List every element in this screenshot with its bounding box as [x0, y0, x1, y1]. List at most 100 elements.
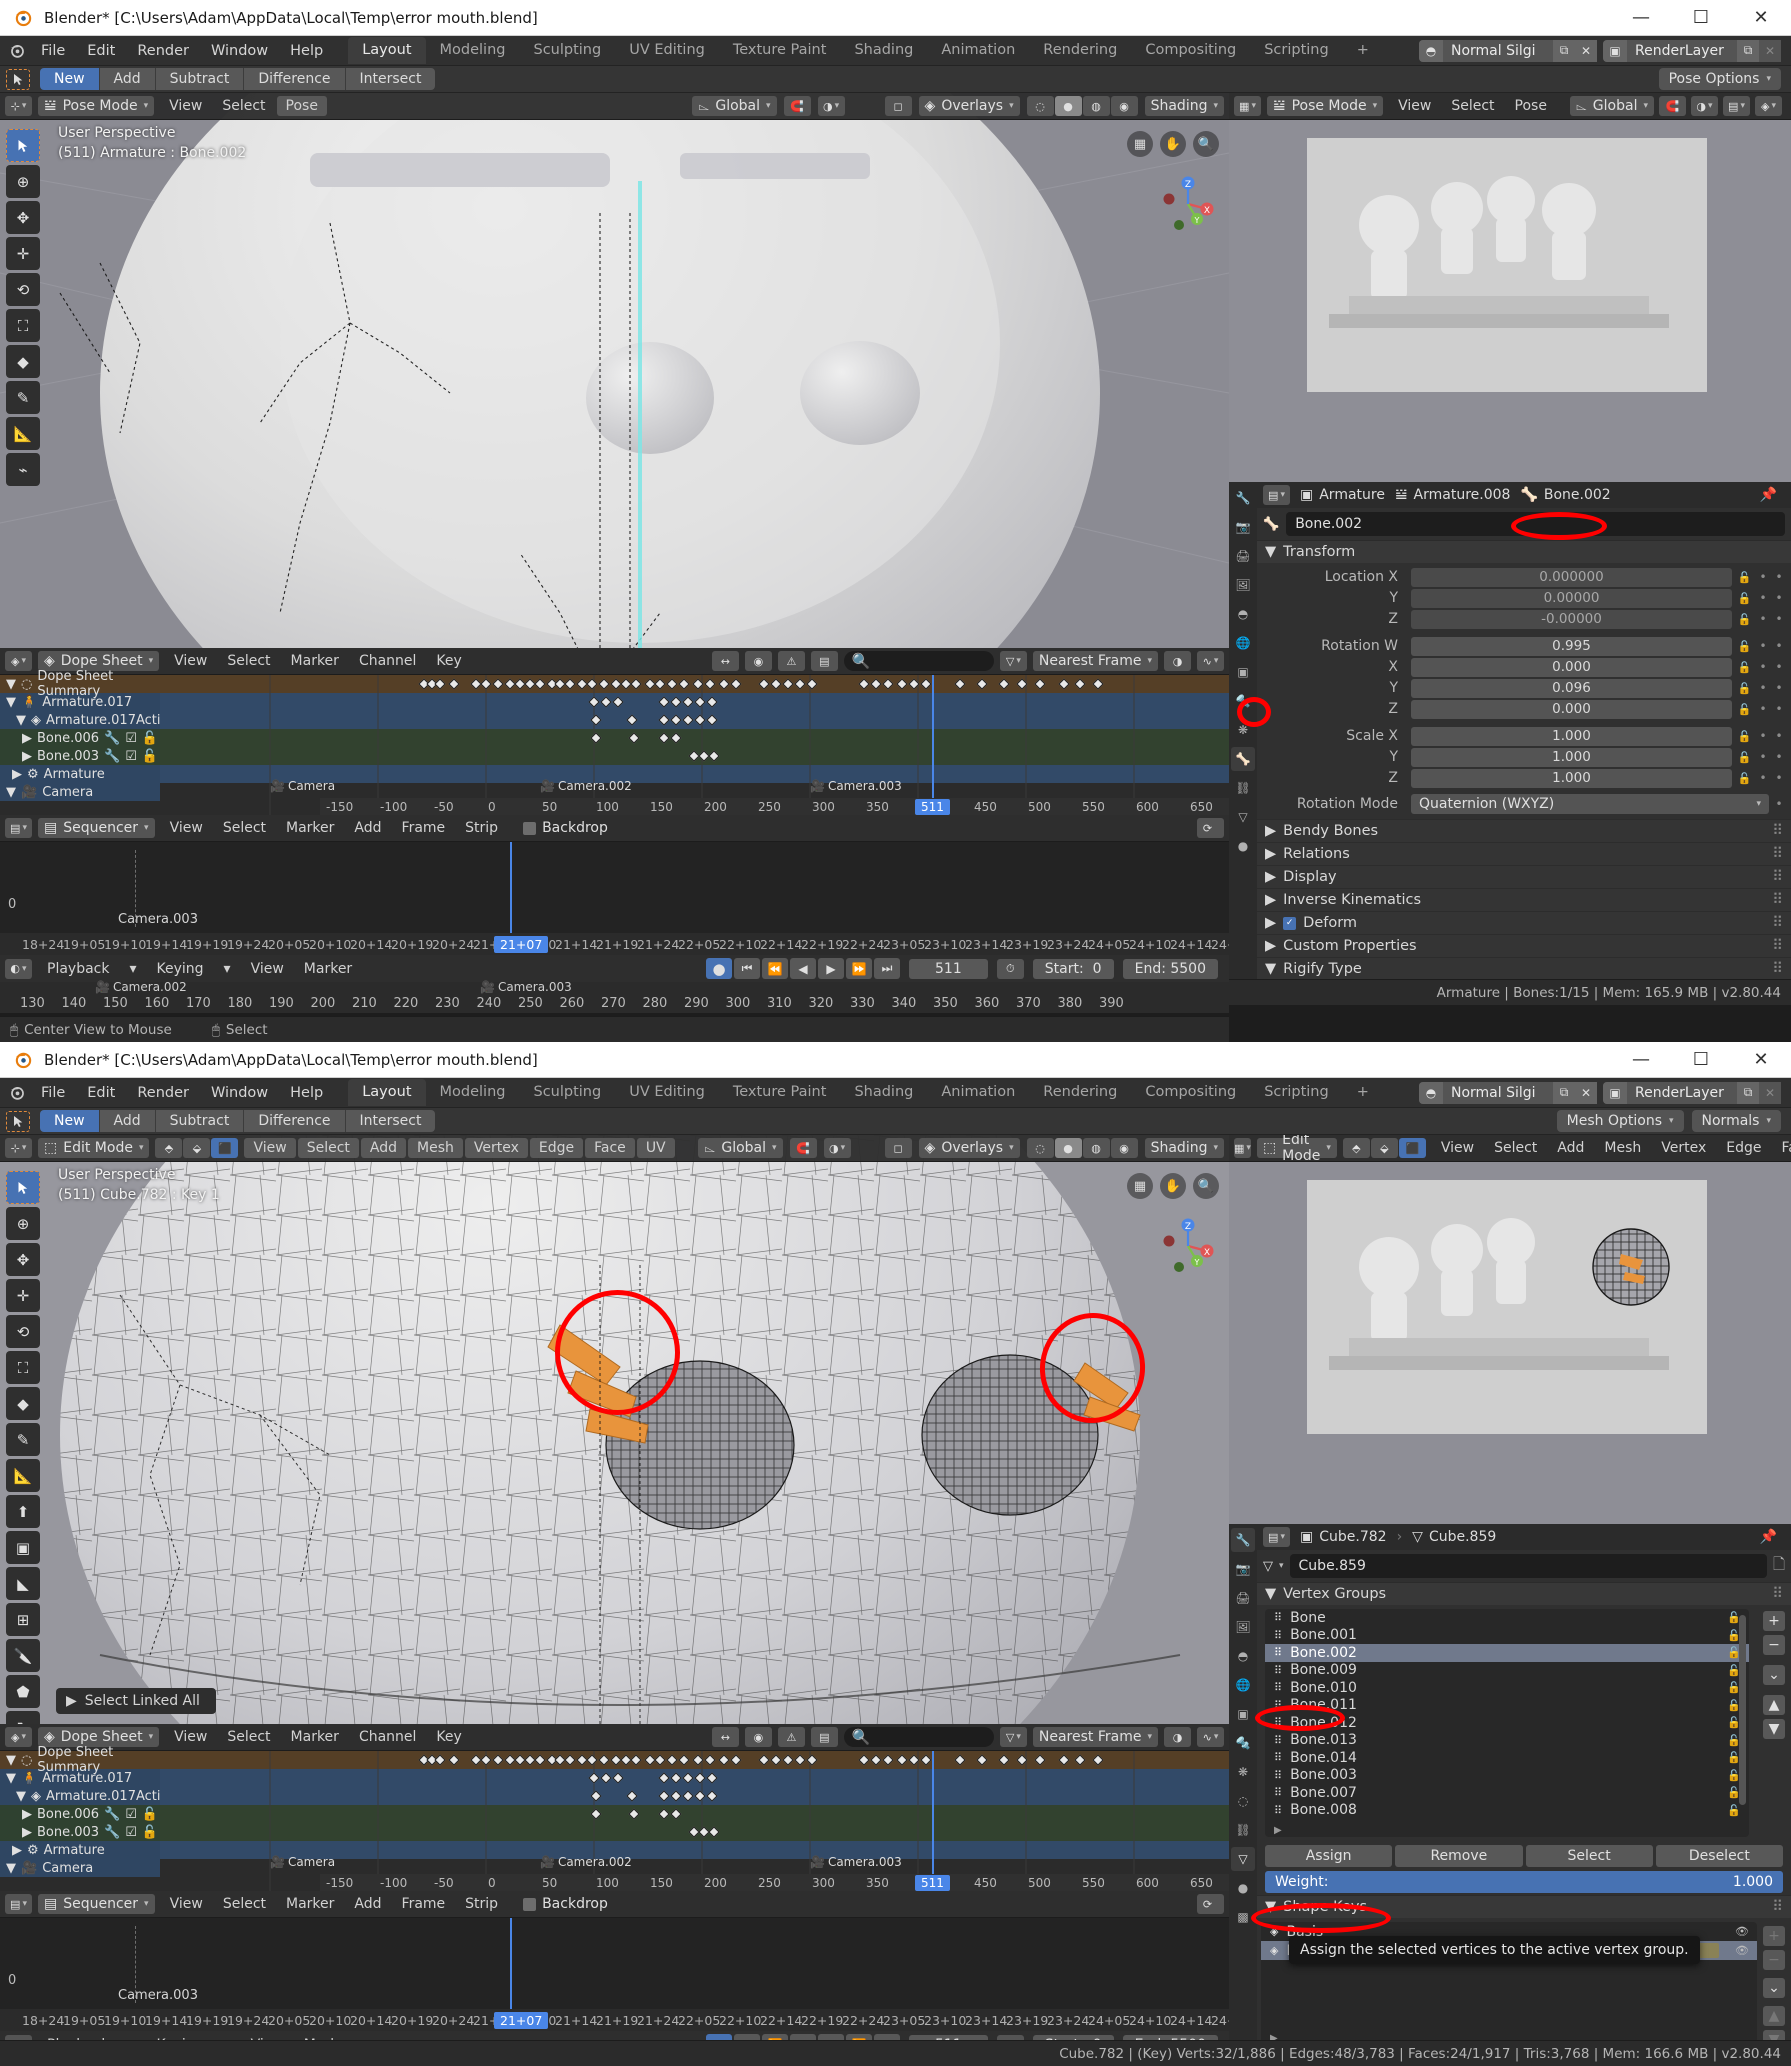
tool-cursor-icon[interactable]: ⊕	[6, 165, 40, 198]
select-button[interactable]: Select	[1525, 1845, 1653, 1867]
rotation-mode-select[interactable]: Quaternion (WXYZ) ▾	[1411, 794, 1769, 814]
sequencer-menu-add[interactable]: Add	[345, 818, 390, 838]
shading-material-icon[interactable]: ◍	[1082, 96, 1110, 116]
transform-field-value[interactable]: 0.000	[1411, 699, 1732, 719]
scene-duplicate-icon[interactable]: ⧉	[1553, 39, 1575, 62]
menu-help[interactable]: Help	[279, 1082, 334, 1104]
timeline-menu-playback[interactable]: Playback	[38, 959, 118, 979]
editor-type-icon[interactable]: ◈ ▾	[5, 1727, 32, 1747]
proportional-edit-fcurve-icon[interactable]: ◑	[1164, 651, 1191, 671]
breadcrumb-bone[interactable]: 🦴 Bone.002	[1520, 487, 1610, 503]
dopesheet-playhead[interactable]	[932, 675, 934, 815]
tab-render-icon[interactable]: 📷	[1231, 515, 1255, 539]
driver-dot-icon[interactable]: •	[1773, 702, 1785, 716]
viewlayer-delete-icon[interactable]: ✕	[1759, 1081, 1781, 1104]
tool-select-box-icon[interactable]	[6, 129, 40, 162]
minimize-button[interactable]: —	[1611, 0, 1671, 35]
transform-field-value[interactable]: 0.995	[1411, 636, 1732, 656]
modifier-icon[interactable]: 🔧	[104, 749, 120, 764]
navigation-gizmo-icon[interactable]: Z X Y	[1157, 1215, 1219, 1277]
outliner-menu-add[interactable]: Add	[1548, 1138, 1593, 1158]
tool-tweak-icon[interactable]: ✥	[6, 201, 40, 234]
tab-scene-icon[interactable]: ◓	[1231, 1644, 1255, 1668]
expand-arrow-icon[interactable]: ▼	[16, 1789, 26, 1804]
view-options-icon[interactable]: ▤ ▾	[1723, 96, 1750, 116]
dopesheet-menu-marker[interactable]: Marker	[282, 651, 348, 671]
editor-type-icon[interactable]: ▦ ▾	[1234, 1138, 1251, 1158]
animate-dot-icon[interactable]: •	[1757, 681, 1769, 695]
sequencer-refresh-icon[interactable]: ⟳	[1197, 1894, 1224, 1914]
tab-particles-icon[interactable]: ❋	[1231, 718, 1255, 742]
shading-material-icon[interactable]: ◍	[1082, 1138, 1110, 1158]
sequencer-menu-strip[interactable]: Strip	[456, 818, 507, 838]
frame-end-input[interactable]: End: 5500	[1122, 958, 1218, 979]
sequencer-refresh-icon[interactable]: ⟳	[1197, 818, 1224, 838]
pose-options-dropdown[interactable]: Pose Options ▾	[1658, 68, 1781, 90]
dopesheet-editor-bottom[interactable]: ◈ ▾ ◈ Dope Sheet ▾ View Select Marker Chann…	[0, 1724, 1267, 1891]
dopesheet-keyframe-grid[interactable]: 🎥 Camera 🎥 Camera.002 🎥 Camera.003 -150 -100…	[160, 1751, 1267, 1891]
boolean-difference-button[interactable]: Difference	[244, 1110, 346, 1132]
marker-camera-002[interactable]: 🎥 Camera.002	[540, 779, 632, 793]
record-button[interactable]: ●	[706, 958, 733, 979]
tool-breakdowner-icon[interactable]: ⌁	[6, 453, 40, 486]
viewport-shading-wireframe-icon[interactable]: ◻	[884, 1138, 912, 1158]
sequencer-editor-top[interactable]: ▤ ▾ ▤ Sequencer ▾ View Select Marker Add Fr…	[0, 815, 1253, 955]
editor-type-icon[interactable]: ▤ ▾	[5, 818, 32, 838]
viewport-menu-select[interactable]: Select	[297, 1138, 359, 1158]
shape-key-specials-button[interactable]: ⌄	[1763, 1978, 1785, 1998]
sequencer-menu-select[interactable]: Select	[214, 1894, 275, 1914]
vertex-group-row[interactable]: ⠿ Bone.003 🔓	[1265, 1767, 1749, 1785]
menu-file[interactable]: File	[30, 1082, 76, 1104]
move-vertex-group-up-button[interactable]: ▲	[1763, 1695, 1785, 1715]
tab-texture-paint[interactable]: Texture Paint	[719, 37, 841, 64]
outliner-menu-view[interactable]: View	[1432, 1138, 1483, 1158]
select-mode-face-icon[interactable]: ⬛	[211, 1138, 239, 1158]
normals-dropdown[interactable]: Normals ▾	[1691, 1110, 1781, 1132]
tool-rotate-icon[interactable]: ⟲	[6, 1315, 40, 1348]
tab-particles-icon[interactable]: ❋	[1231, 1760, 1255, 1784]
tab-world-icon[interactable]: 🌐	[1231, 1673, 1255, 1697]
use-preview-range-icon[interactable]: ⏱	[996, 958, 1024, 979]
deform-checkbox[interactable]: ✓	[1283, 916, 1297, 930]
proportional-edit-icon[interactable]: ◑ ▾	[823, 1138, 851, 1158]
dopesheet-menu-view[interactable]: View	[165, 651, 216, 671]
driver-dot-icon[interactable]: •	[1773, 750, 1785, 764]
tab-rendering[interactable]: Rendering	[1029, 37, 1131, 64]
tab-material-icon[interactable]: ●	[1231, 1876, 1255, 1900]
dopesheet-keyframe-grid[interactable]: 🎥 Camera 🎥 Camera.002 🎥 Camera.003 -150 -100…	[160, 675, 1267, 815]
shading-popover[interactable]: Shading ▾	[1144, 1138, 1224, 1158]
tool-scale-icon[interactable]: ⛶	[6, 309, 40, 342]
tab-layout[interactable]: Layout	[348, 1079, 426, 1106]
panel-drag-handle-icon[interactable]: ⠿	[1772, 961, 1791, 977]
tool-loopcut-icon[interactable]: ⊞	[6, 1603, 40, 1636]
properties-editor-type-icon[interactable]: ▤ ▾	[1263, 1527, 1290, 1547]
expand-arrow-icon[interactable]: ▶	[22, 749, 32, 764]
overlays-popover[interactable]: ◈ Overlays ▾	[918, 96, 1020, 116]
tab-bone-icon[interactable]: 🦴	[1231, 747, 1255, 771]
lock-icon[interactable]: 🔓	[1736, 682, 1753, 695]
outliner-mode-selector[interactable]: ⬚ Edit Mode ▾	[1256, 1135, 1337, 1164]
dopesheet-editor-top[interactable]: ◈ ▾ ◈ Dope Sheet ▾ View Select Marker Chann…	[0, 648, 1267, 815]
toggle-ortho-icon[interactable]: ▦	[1127, 131, 1153, 157]
weight-slider[interactable]: Weight: 1.000	[1265, 1871, 1783, 1893]
only-selected-icon[interactable]: ↔	[711, 1727, 739, 1747]
animate-dot-icon[interactable]: •	[1757, 729, 1769, 743]
jump-start-button[interactable]: ⏮	[734, 958, 761, 979]
driver-dot-icon[interactable]: •	[1773, 570, 1785, 584]
tool-select-box-icon[interactable]	[6, 1171, 40, 1204]
operator-redo-panel[interactable]: ▶ Select Linked All	[56, 1688, 216, 1714]
snap-mode-selector[interactable]: Nearest Frame ▾	[1032, 651, 1158, 671]
properties-editor-top[interactable]: 🔧 📷 🖨 🖼 ◓ 🌐 ▣ 🔩 ❋ 🦴 ⛓ ▽ ● ▤ ▾ ▣ Armature 𝍅…	[1229, 482, 1791, 979]
tab-sculpting[interactable]: Sculpting	[519, 37, 615, 64]
tab-compositing[interactable]: Compositing	[1131, 37, 1250, 64]
channel-armature-017-action[interactable]: ▼ ◈ Armature.017Action	[0, 711, 177, 729]
driver-dot-icon[interactable]: •	[1773, 681, 1785, 695]
animate-dot-icon[interactable]: •	[1757, 570, 1769, 584]
move-view-icon[interactable]: ✋	[1160, 131, 1186, 157]
channel-dope-sheet-summary[interactable]: ▼ ◌ Dope Sheet Summary	[0, 1745, 160, 1775]
panel-drag-handle-icon[interactable]: ⠿	[1772, 823, 1791, 839]
transform-orientation-selector[interactable]: ⌳ Global ▾	[692, 96, 777, 116]
viewport-menu-add[interactable]: Add	[360, 1138, 407, 1158]
boolean-difference-button[interactable]: Difference	[244, 68, 346, 90]
select-mode-face-icon[interactable]: ⬛	[1398, 1138, 1426, 1158]
